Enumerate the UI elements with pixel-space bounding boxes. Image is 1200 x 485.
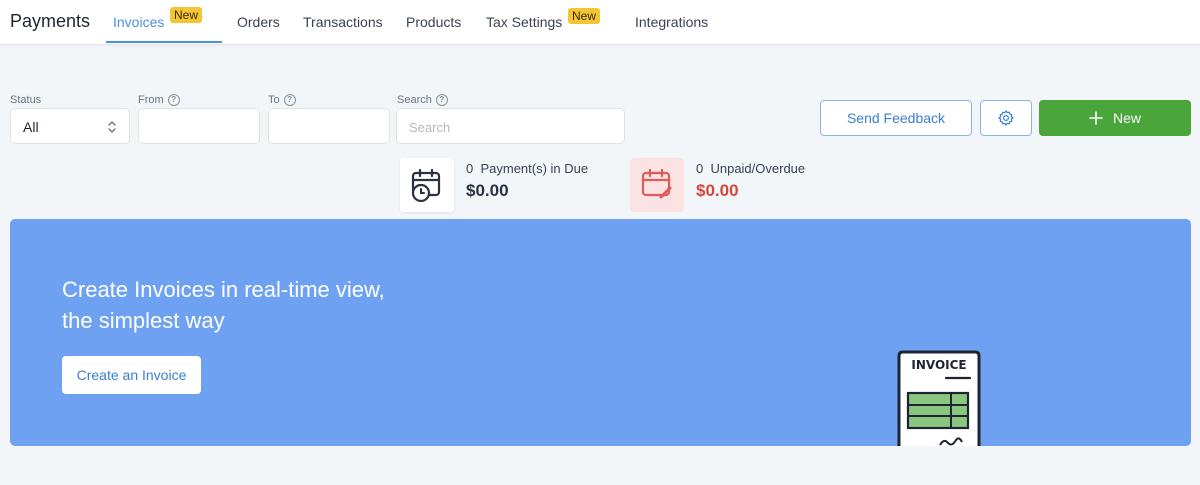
payments-due-amount: $0.00	[466, 181, 509, 200]
unpaid-count: 0 Unpaid/Overdue	[696, 161, 805, 176]
calendar-edit-icon	[641, 168, 672, 199]
help-icon[interactable]: ?	[167, 94, 180, 106]
unpaid-card-icon	[630, 158, 684, 212]
unpaid-count-label: Unpaid/Overdue	[710, 161, 806, 176]
from-filter-label: From ?	[138, 94, 180, 106]
payments-due-count: 0 Payment(s) in Due	[466, 161, 588, 176]
empty-state-banner: Create Invoices in real-time view, the s…	[10, 219, 1191, 446]
search-placeholder: Search	[409, 120, 451, 135]
from-date-input[interactable]	[138, 108, 260, 144]
due-count-value: 0	[466, 161, 474, 176]
banner-title-line1: Create Invoices in real-time view,	[62, 277, 385, 302]
tab-label: Tax Settings	[486, 14, 563, 30]
top-nav: Payments Invoices New Orders Transaction…	[0, 0, 1200, 45]
gear-icon	[998, 110, 1014, 126]
help-icon[interactable]: ?	[283, 94, 296, 106]
search-filter-label: Search ?	[397, 94, 448, 106]
tab-label: Products	[406, 14, 462, 30]
tab-label: Integrations	[635, 14, 709, 30]
create-invoice-label: Create an Invoice	[76, 367, 187, 383]
send-feedback-button[interactable]: Send Feedback	[820, 100, 972, 136]
new-badge: New	[170, 7, 203, 23]
app-title: Payments	[10, 11, 91, 31]
banner-title-line2: the simplest way	[62, 308, 225, 333]
search-input[interactable]: Search	[396, 108, 625, 144]
help-icon[interactable]: ?	[435, 94, 448, 106]
select-updown-icon	[108, 121, 116, 133]
tab-label: Invoices	[113, 14, 165, 30]
settings-button[interactable]	[980, 100, 1032, 136]
tab-products[interactable]: Products	[406, 14, 461, 30]
status-select-value: All	[23, 119, 39, 135]
due-count-label: Payment(s) in Due	[480, 161, 589, 176]
tab-orders[interactable]: Orders	[237, 14, 280, 30]
active-tab-indicator	[106, 41, 222, 43]
new-badge: New	[568, 8, 601, 24]
banner-title: Create Invoices in real-time view, the s…	[62, 274, 462, 336]
tab-integrations[interactable]: Integrations	[635, 14, 708, 30]
to-label-text: To	[268, 94, 280, 106]
to-filter-label: To ?	[268, 94, 296, 106]
tab-label: Orders	[237, 14, 280, 30]
invoice-illustration: INVOICE	[897, 350, 981, 446]
tab-invoices[interactable]: Invoices	[113, 14, 164, 30]
unpaid-amount: $0.00	[696, 181, 739, 200]
new-button-label: New	[1112, 110, 1141, 126]
payments-due-card-icon	[400, 158, 454, 212]
plus-icon	[1089, 111, 1103, 125]
status-filter-label: Status	[10, 94, 41, 106]
status-label-text: Status	[10, 94, 42, 106]
tab-tax-settings[interactable]: Tax Settings	[486, 14, 562, 30]
invoice-illustration-label: INVOICE	[911, 358, 966, 372]
to-date-input[interactable]	[268, 108, 390, 144]
unpaid-count-value: 0	[696, 161, 704, 176]
create-invoice-button[interactable]: Create an Invoice	[62, 356, 201, 394]
search-label-text: Search	[397, 94, 432, 106]
from-label-text: From	[138, 94, 164, 106]
tab-label: Transactions	[303, 14, 383, 30]
calendar-clock-icon	[411, 168, 441, 203]
status-select[interactable]: All	[10, 108, 130, 144]
tab-transactions[interactable]: Transactions	[303, 14, 383, 30]
send-feedback-label: Send Feedback	[846, 110, 946, 126]
new-invoice-button[interactable]: New	[1039, 100, 1191, 136]
